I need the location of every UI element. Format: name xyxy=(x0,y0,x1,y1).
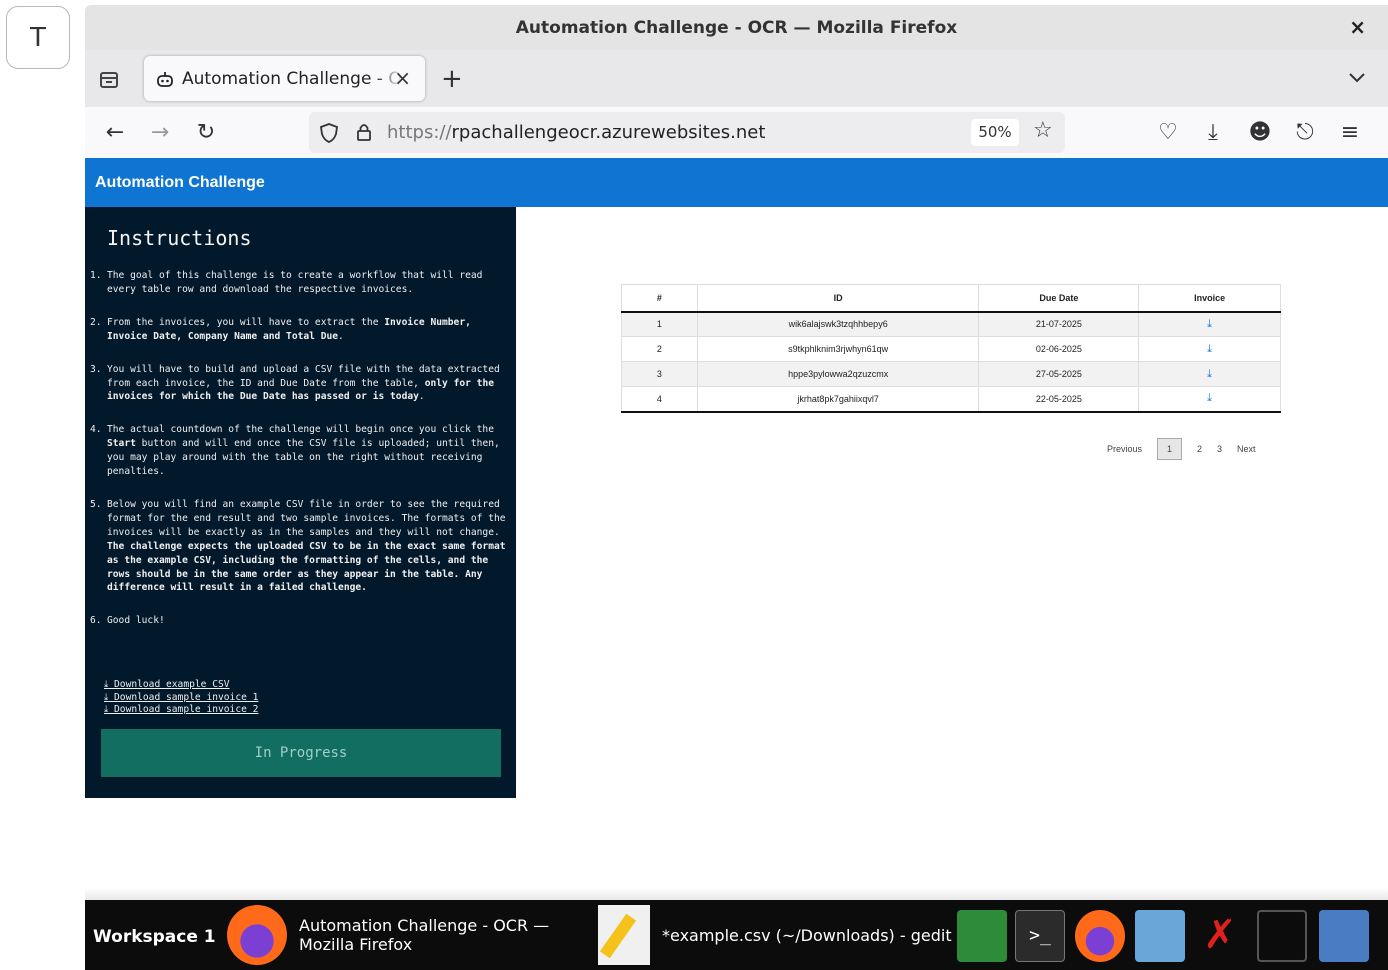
star-icon[interactable]: ☆ xyxy=(1033,118,1053,143)
table-row: 3 hppe3pylowwa2qzuzcmx 27-05-2025 ⤓ xyxy=(621,361,1281,387)
back-arrow-icon[interactable]: ← xyxy=(102,119,128,145)
url-text[interactable]: https://rpachallengeocr.azurewebsites.ne… xyxy=(387,122,765,143)
download-example-csv-link[interactable]: ⤓ Download example CSV xyxy=(104,679,258,692)
instructions-panel: Instructions 1. The goal of this challeng… xyxy=(85,207,516,798)
instructions-list: 1. The goal of this challenge is to creat… xyxy=(90,269,510,647)
pdf-icon[interactable]: ✗ xyxy=(1195,910,1245,962)
pagination-page-2[interactable]: 2 xyxy=(1197,444,1202,454)
new-tab-button[interactable]: + xyxy=(441,64,463,94)
text-editor-icon[interactable] xyxy=(1257,910,1307,962)
window-title: Automation Challenge - OCR — Mozilla Fir… xyxy=(515,17,958,38)
instruction-item: 3. You will have to build and upload a CS… xyxy=(90,363,500,403)
tab-automation-challenge[interactable]: Automation Challenge - OCR × xyxy=(144,56,425,101)
menu-icon[interactable]: ≡ xyxy=(1337,119,1363,145)
tab-label: Automation Challenge - OCR xyxy=(182,68,402,89)
instruction-item: 6. Good luck! xyxy=(90,615,165,627)
forward-arrow-icon[interactable]: → xyxy=(147,119,173,145)
taskbar-gedit-item[interactable]: *example.csv (~/Downloads) - gedit xyxy=(598,900,952,970)
pagination-previous[interactable]: Previous xyxy=(1107,444,1142,454)
shield-icon[interactable] xyxy=(319,122,339,144)
taskbar-firefox-item[interactable]: Automation Challenge - OCR — Mozilla Fir… xyxy=(227,900,549,970)
app-header: Automation Challenge xyxy=(85,158,1388,207)
spreadsheet-icon[interactable] xyxy=(957,910,1007,962)
extensions-icon[interactable]: ⎋ xyxy=(1292,119,1318,145)
firefox-launcher-icon[interactable] xyxy=(1075,910,1125,962)
download-invoice-icon[interactable]: ⤓ xyxy=(1207,368,1212,380)
instruction-item: 5. Below you will find an example CSV fil… xyxy=(90,498,506,594)
pagination-page-3[interactable]: 3 xyxy=(1217,444,1222,454)
column-header-id[interactable]: ID xyxy=(696,284,980,313)
pagination-next[interactable]: Next xyxy=(1237,444,1256,454)
terminal-icon[interactable]: >_ xyxy=(1015,910,1065,962)
download-links: ⤓ Download example CSV ⤓ Download sample… xyxy=(104,679,258,717)
column-header-invoice[interactable]: Invoice xyxy=(1138,284,1281,313)
table-row: 1 wik6alajswk3tzqhhbepy6 21-07-2025 ⤓ xyxy=(621,311,1281,337)
firefox-window: Automation Challenge - OCR — Mozilla Fir… xyxy=(85,0,1388,900)
download-invoice-icon[interactable]: ⤓ xyxy=(1207,343,1212,355)
account-icon[interactable]: ☻ xyxy=(1247,119,1273,145)
calculator-icon[interactable] xyxy=(1319,910,1369,962)
table-row: 4 jkrhat8pk7gahiixqvl7 22-05-2025 ⤓ xyxy=(621,386,1281,413)
tab-bar: Automation Challenge - OCR × + xyxy=(85,50,1388,107)
invoice-table-wrapper: # ID Due Date Invoice 1 wik6alajswk3tzqh… xyxy=(621,284,1281,413)
column-header-number[interactable]: # xyxy=(621,284,698,313)
instruction-item: 4. The actual countdown of the challenge … xyxy=(90,424,500,478)
pagination: Previous 1 2 3 Next xyxy=(1107,438,1271,460)
instruction-item: 1. The goal of this challenge is to creat… xyxy=(90,270,483,295)
tab-list-icon[interactable] xyxy=(97,68,121,92)
table-row: 2 s9tkphlknim3rjwhyn61qw 02-06-2025 ⤓ xyxy=(621,336,1281,362)
reload-icon[interactable]: ↻ xyxy=(193,119,219,145)
tab-close-button[interactable]: × xyxy=(394,66,411,90)
url-bar[interactable]: https://rpachallengeocr.azurewebsites.ne… xyxy=(309,112,1065,153)
zoom-level-button[interactable]: 50% xyxy=(971,119,1019,146)
chevron-down-icon[interactable] xyxy=(1348,68,1366,86)
firefox-icon xyxy=(227,905,287,965)
workspace-letter-button[interactable]: T xyxy=(6,6,70,69)
instructions-heading: Instructions xyxy=(107,226,252,250)
gedit-icon xyxy=(598,905,650,965)
in-progress-button[interactable]: In Progress xyxy=(101,729,501,777)
robot-icon xyxy=(157,71,173,87)
download-sample-invoice-2-link[interactable]: ⤓ Download sample invoice 2 xyxy=(104,704,258,717)
download-invoice-icon[interactable]: ⤓ xyxy=(1207,318,1212,330)
download-invoice-icon[interactable]: ⤓ xyxy=(1207,392,1212,404)
lock-icon[interactable] xyxy=(355,122,373,142)
pocket-icon[interactable]: ♡ xyxy=(1155,119,1181,145)
invoice-table: # ID Due Date Invoice 1 wik6alajswk3tzqh… xyxy=(621,284,1281,413)
pagination-page-1[interactable]: 1 xyxy=(1157,438,1183,460)
column-header-due-date[interactable]: Due Date xyxy=(978,284,1140,313)
navigation-bar: ← → ↻ https://rpachallengeocr.azurewebsi… xyxy=(85,107,1388,158)
taskbar: Workspace 1 Automation Challenge - OCR —… xyxy=(85,888,1388,970)
workspace-label[interactable]: Workspace 1 xyxy=(93,927,216,947)
download-sample-invoice-1-link[interactable]: ⤓ Download sample invoice 1 xyxy=(104,692,258,705)
title-bar: Automation Challenge - OCR — Mozilla Fir… xyxy=(85,5,1388,50)
download-icon[interactable]: ⤓ xyxy=(1200,119,1226,145)
image-viewer-icon[interactable] xyxy=(1135,910,1185,962)
window-close-button[interactable]: × xyxy=(1349,15,1366,39)
instruction-item: 2. From the invoices, you will have to ex… xyxy=(90,316,471,342)
app-brand[interactable]: Automation Challenge xyxy=(95,174,265,192)
page-content: Automation Challenge Instructions 1. The … xyxy=(85,158,1388,900)
